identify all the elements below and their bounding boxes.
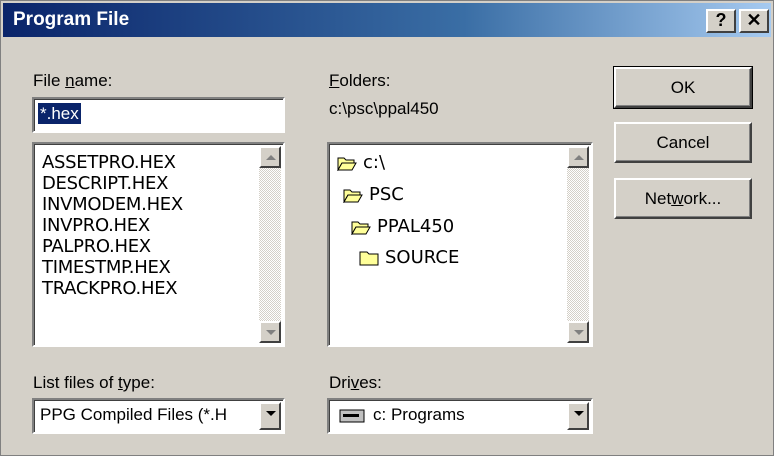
network-button[interactable]: Network...	[614, 178, 752, 219]
drives-label: Drives:	[329, 373, 382, 392]
drives-dropdown-button[interactable]	[567, 402, 589, 430]
help-button[interactable]: ?	[706, 9, 736, 33]
folder-open-icon	[351, 221, 371, 235]
chevron-down-icon	[574, 411, 584, 416]
down-arrow-icon	[266, 330, 276, 335]
cancel-button[interactable]: Cancel	[614, 122, 752, 163]
down-arrow-icon	[574, 330, 584, 335]
file-list-item[interactable]: ASSETPRO.HEX	[42, 152, 183, 173]
file-type-label: List files of type:	[33, 373, 155, 392]
close-button[interactable]: ✕	[739, 9, 769, 33]
folder-open-icon	[337, 157, 357, 171]
folder-item-ppal450[interactable]: PPAL450	[351, 216, 454, 237]
up-arrow-icon	[266, 155, 276, 160]
up-arrow-icon	[574, 155, 584, 160]
file-list-item[interactable]: INVPRO.HEX	[42, 215, 183, 236]
title-bar[interactable]: Program File ? ✕	[3, 3, 771, 37]
window-title: Program File	[13, 9, 130, 30]
folder-tree-scrollbar[interactable]	[567, 146, 589, 343]
file-list-item[interactable]: DESCRIPT.HEX	[42, 173, 183, 194]
folder-scroll-up-button[interactable]	[567, 146, 589, 168]
folder-closed-icon	[359, 251, 379, 265]
file-list-item[interactable]: PALPRO.HEX	[42, 236, 183, 257]
folder-scroll-down-button[interactable]	[567, 321, 589, 343]
file-list[interactable]: ASSETPRO.HEX DESCRIPT.HEX INVMODEM.HEX INVP…	[32, 142, 285, 347]
file-list-item[interactable]: TIMESTMP.HEX	[42, 257, 183, 278]
file-scroll-down-button[interactable]	[259, 321, 281, 343]
file-name-label: File name:	[33, 71, 113, 90]
file-type-dropdown-button[interactable]	[259, 402, 281, 430]
file-name-input[interactable]: *.hex	[32, 97, 285, 133]
folder-item-psc[interactable]: PSC	[343, 184, 404, 205]
ok-button[interactable]: OK	[613, 66, 753, 109]
file-list-item[interactable]: TRACKPRO.HEX	[42, 278, 183, 299]
drive-icon	[339, 409, 365, 423]
file-list-items: ASSETPRO.HEX DESCRIPT.HEX INVMODEM.HEX INVP…	[42, 152, 183, 299]
folder-item-root[interactable]: c:\	[337, 152, 385, 173]
folder-item-source[interactable]: SOURCE	[359, 247, 459, 268]
file-name-value: *.hex	[38, 103, 81, 124]
folder-tree[interactable]: c:\ PSC PPAL450 SOURCE	[327, 142, 593, 347]
file-list-scrollbar[interactable]	[259, 146, 281, 343]
folder-open-icon	[343, 189, 363, 203]
file-list-item[interactable]: INVMODEM.HEX	[42, 194, 183, 215]
drives-select[interactable]: c: Programs	[327, 398, 593, 434]
program-file-dialog: Program File ? ✕ File name: *.hex ASSETP…	[0, 0, 774, 456]
file-type-value: PPG Compiled Files (*.H	[40, 405, 228, 424]
current-path: c:\psc\ppal450	[329, 99, 439, 118]
file-scroll-up-button[interactable]	[259, 146, 281, 168]
folders-label: Folders:	[329, 71, 391, 90]
file-type-select[interactable]: PPG Compiled Files (*.H	[32, 398, 285, 434]
drives-value: c: Programs	[373, 405, 465, 424]
chevron-down-icon	[266, 411, 276, 416]
